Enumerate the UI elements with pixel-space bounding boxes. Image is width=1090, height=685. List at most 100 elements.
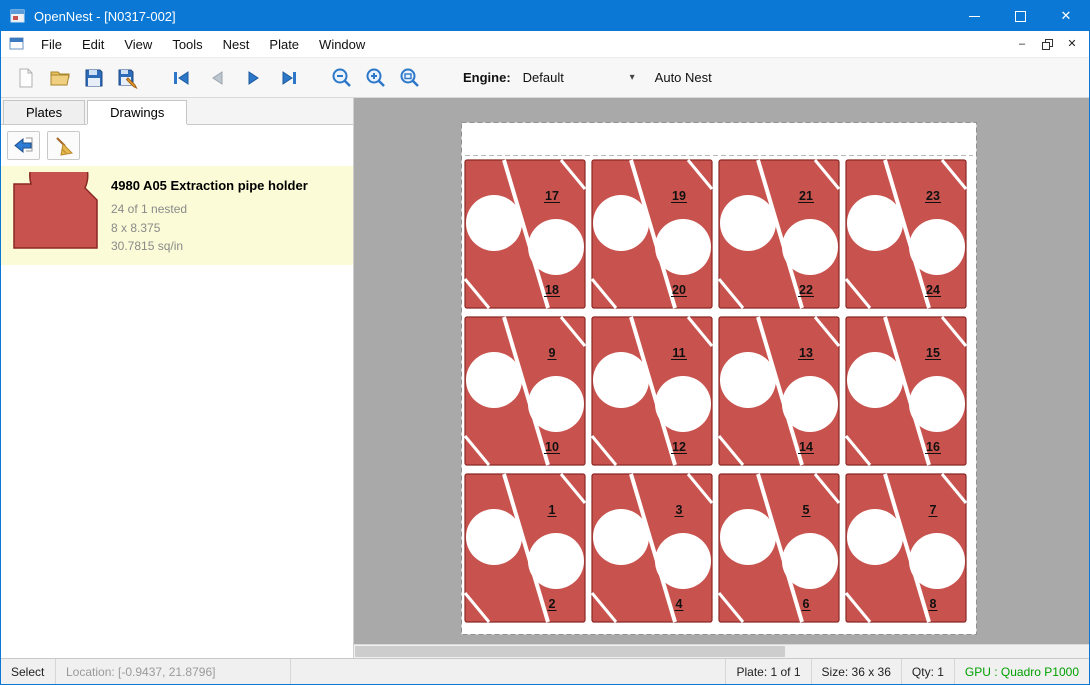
minimize-button[interactable] xyxy=(951,1,997,31)
status-bar: Select Location: [-0.9437, 21.8796] Plat… xyxy=(1,658,1089,684)
part-number: 22 xyxy=(799,283,813,297)
title-bar: OpenNest - [N0317-002] ✕ xyxy=(1,1,1089,31)
return-part-button[interactable] xyxy=(7,131,40,160)
part-dimensions: 8 x 8.375 xyxy=(111,219,308,238)
part-number: 2 xyxy=(549,597,556,611)
part-number: 21 xyxy=(799,189,813,203)
return-arrow-icon xyxy=(13,135,35,157)
plate-sheet[interactable]: 171819202122232491011121314151612345678 xyxy=(461,122,977,635)
open-folder-icon xyxy=(48,66,72,90)
part-pair-3-4[interactable]: 34 xyxy=(592,474,712,622)
last-plate-icon xyxy=(278,67,300,89)
mdi-window-controls: – ✕ xyxy=(1011,35,1089,53)
clear-nest-button[interactable] xyxy=(47,131,80,160)
status-size: Size: 36 x 36 xyxy=(811,659,901,684)
engine-value: Default xyxy=(523,70,564,85)
menu-item-plate[interactable]: Plate xyxy=(259,33,309,56)
save-edit-icon xyxy=(116,66,140,90)
menu-item-file[interactable]: File xyxy=(31,33,72,56)
part-number: 17 xyxy=(545,189,559,203)
app-icon xyxy=(10,8,26,24)
app-window: OpenNest - [N0317-002] ✕ FileEditViewToo… xyxy=(0,0,1090,685)
menu-item-nest[interactable]: Nest xyxy=(213,33,260,56)
part-number: 9 xyxy=(549,346,556,360)
maximize-button[interactable] xyxy=(997,1,1043,31)
part-number: 12 xyxy=(672,440,686,454)
part-pair-21-22[interactable]: 21 22 xyxy=(719,160,839,308)
main-toolbar: Engine: Default ▾ Auto Nest xyxy=(1,57,1089,98)
menu-item-edit[interactable]: Edit xyxy=(72,33,114,56)
part-number: 18 xyxy=(545,283,559,297)
part-number: 13 xyxy=(799,346,813,360)
part-number: 3 xyxy=(676,503,683,517)
part-pair-11-12[interactable]: 11 12 xyxy=(592,317,712,465)
part-pair-13-14[interactable]: 13 14 xyxy=(719,317,839,465)
part-shape-icon xyxy=(9,172,101,254)
drawing-list-item[interactable]: 4980 A05 Extraction pipe holder 24 of 1 … xyxy=(1,166,353,265)
nav-first-button[interactable] xyxy=(163,62,199,94)
menu-item-view[interactable]: View xyxy=(114,33,162,56)
tab-plates[interactable]: Plates xyxy=(3,100,85,124)
zoom-out-button[interactable] xyxy=(325,62,359,94)
first-plate-icon xyxy=(170,67,192,89)
part-pair-23-24[interactable]: 2324 xyxy=(846,160,966,308)
zoom-out-icon xyxy=(330,66,354,90)
part-number: 11 xyxy=(672,346,685,360)
part-pair-7-8[interactable]: 78 xyxy=(846,474,966,622)
mdi-child-icon[interactable] xyxy=(9,37,25,51)
auto-nest-button[interactable]: Auto Nest xyxy=(655,70,712,85)
part-pair-1-2[interactable]: 12 xyxy=(465,474,585,622)
part-number: 7 xyxy=(930,503,937,517)
mdi-minimize-icon[interactable]: – xyxy=(1011,35,1033,53)
part-number: 1 xyxy=(549,503,556,517)
mdi-restore-icon[interactable] xyxy=(1036,35,1058,53)
status-location: Location: [-0.9437, 21.8796] xyxy=(56,659,291,684)
next-plate-icon xyxy=(242,67,264,89)
part-number: 8 xyxy=(930,597,937,611)
menu-items: FileEditViewToolsNestPlateWindow xyxy=(31,33,375,56)
sidebar-tabs: Plates Drawings xyxy=(1,98,353,125)
status-qty: Qty: 1 xyxy=(901,659,954,684)
engine-select[interactable]: Default ▾ xyxy=(517,67,641,88)
close-button[interactable]: ✕ xyxy=(1043,1,1089,31)
nest-canvas[interactable]: 171819202122232491011121314151612345678 xyxy=(354,98,1089,658)
sidebar: Plates Drawings xyxy=(1,98,354,658)
part-number: 10 xyxy=(545,440,559,454)
open-button[interactable] xyxy=(43,62,77,94)
menu-item-tools[interactable]: Tools xyxy=(162,33,212,56)
zoom-fit-button[interactable] xyxy=(393,62,427,94)
part-pair-5-6[interactable]: 56 xyxy=(719,474,839,622)
nav-last-button[interactable] xyxy=(271,62,307,94)
mdi-close-icon[interactable]: ✕ xyxy=(1061,35,1083,53)
engine-label: Engine: xyxy=(463,70,511,85)
nav-prev-button[interactable] xyxy=(199,62,235,94)
part-pair-17-18[interactable]: 1718 xyxy=(465,160,585,308)
zoom-in-icon xyxy=(364,66,388,90)
part-number: 4 xyxy=(676,597,683,611)
sidebar-toolbar xyxy=(1,125,353,166)
part-number: 14 xyxy=(799,440,813,454)
tab-drawings[interactable]: Drawings xyxy=(87,100,187,124)
new-button[interactable] xyxy=(9,62,43,94)
zoom-in-button[interactable] xyxy=(359,62,393,94)
horizontal-scrollbar[interactable] xyxy=(354,644,1089,658)
menu-item-window[interactable]: Window xyxy=(309,33,375,56)
broom-icon xyxy=(53,135,75,157)
part-thumbnail xyxy=(9,172,101,259)
part-pair-9-10[interactable]: 9 10 xyxy=(465,317,585,465)
part-number: 6 xyxy=(803,597,810,611)
part-nested-count: 24 of 1 nested xyxy=(111,200,308,219)
scrollbar-thumb[interactable] xyxy=(355,646,785,657)
part-number: 15 xyxy=(926,346,940,360)
previous-plate-icon xyxy=(206,67,228,89)
nav-next-button[interactable] xyxy=(235,62,271,94)
save-edit-button[interactable] xyxy=(111,62,145,94)
save-icon xyxy=(82,66,106,90)
part-number: 19 xyxy=(672,189,686,203)
part-pair-15-16[interactable]: 1516 xyxy=(846,317,966,465)
part-number: 5 xyxy=(803,503,810,517)
zoom-fit-icon xyxy=(398,66,422,90)
save-button[interactable] xyxy=(77,62,111,94)
menu-bar: FileEditViewToolsNestPlateWindow – ✕ xyxy=(1,31,1089,57)
part-pair-19-20[interactable]: 1920 xyxy=(592,160,712,308)
